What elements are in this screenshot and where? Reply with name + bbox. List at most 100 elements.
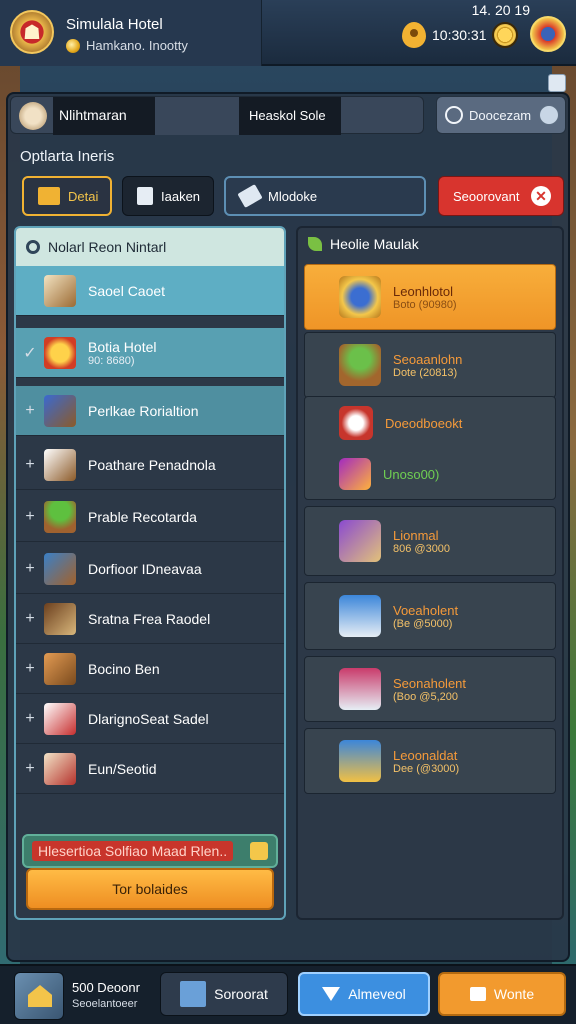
item-card[interactable]: Voeaholent (Be @5000) bbox=[304, 582, 556, 650]
top-bar: ☗ Simulala Hotel Hamkano. Inootty 14. 20… bbox=[0, 0, 576, 66]
info-chip[interactable]: Doocezam bbox=[436, 96, 566, 134]
category-list-header: Nolarl Reon Nintarl bbox=[16, 228, 284, 266]
filter-reset-button[interactable]: Seoorovant ✕ bbox=[438, 176, 564, 216]
coin-icon bbox=[66, 38, 80, 53]
filter-indoor-button[interactable]: Iaaken bbox=[122, 176, 214, 216]
tool-icon[interactable] bbox=[539, 105, 559, 125]
promo-icon[interactable] bbox=[250, 842, 268, 860]
item-price: (Be @5000) bbox=[393, 617, 453, 630]
decor-icon bbox=[38, 187, 60, 205]
update-button[interactable]: Wonte bbox=[438, 972, 566, 1016]
search-button[interactable]: Soroorat bbox=[160, 972, 288, 1016]
list-item-label: Eun/Seotid bbox=[88, 760, 157, 777]
item-price: Dote (20813) bbox=[393, 366, 458, 379]
plus-icon: + bbox=[25, 609, 35, 627]
list-item[interactable]: Saoel Caoet bbox=[16, 266, 284, 316]
item-name: Leonhlotol bbox=[393, 283, 453, 299]
filter-module-label: Mlodoke bbox=[268, 188, 318, 204]
item-name: Doeodboeokt bbox=[385, 415, 463, 431]
hotel-info-panel[interactable]: ☗ Simulala Hotel Hamkano. Inootty bbox=[0, 0, 262, 66]
home-icon[interactable] bbox=[14, 972, 64, 1020]
leaf-icon bbox=[308, 237, 322, 251]
search-input[interactable]: Nlihtmaran bbox=[53, 97, 155, 135]
gear-icon bbox=[26, 240, 40, 254]
item-card[interactable]: Lionmal 806 @3000 bbox=[304, 506, 556, 576]
painting-icon bbox=[44, 394, 76, 427]
buy-button[interactable]: Tor bolaides bbox=[26, 868, 274, 910]
list-item[interactable]: + DlarignoSeat Sadel bbox=[16, 694, 284, 744]
wardrobe-icon bbox=[44, 274, 76, 307]
search-result-field[interactable]: Heaskol Sole bbox=[239, 97, 341, 135]
item-price: Dee (@3000) bbox=[393, 762, 460, 775]
plus-icon: + bbox=[25, 709, 35, 727]
list-item[interactable]: + Poathare Penadnola bbox=[16, 440, 284, 490]
search-button-label: Soroorat bbox=[214, 986, 268, 1002]
item-price: (Boo @5,200 bbox=[393, 690, 458, 703]
plus-icon: + bbox=[25, 559, 35, 577]
close-icon[interactable]: ✕ bbox=[531, 186, 551, 206]
plus-icon: + bbox=[25, 659, 35, 677]
list-item-label: Sratna Frea Raodel bbox=[88, 610, 211, 627]
coin-icon[interactable] bbox=[492, 22, 518, 48]
hotel-name: Simulala Hotel bbox=[66, 16, 163, 33]
item-name: Seonaholent bbox=[393, 675, 467, 691]
shield-icon bbox=[339, 276, 381, 318]
item-card[interactable]: Leonhlotol Boto (90980) bbox=[304, 264, 556, 330]
hotel-emblem-icon: ☗ bbox=[10, 10, 54, 54]
dice-icon[interactable] bbox=[548, 74, 566, 92]
settings-badge-icon[interactable] bbox=[530, 16, 566, 52]
home-label: 500 Deoonr bbox=[72, 980, 140, 995]
item-name: Leoonaldat bbox=[393, 747, 458, 763]
promo-banner[interactable]: Hlesertioa Solfiao Maad Rlen.. bbox=[22, 834, 278, 868]
gift-icon bbox=[44, 702, 76, 735]
list-item[interactable]: ✓ Botia Hotel 90: 8680) bbox=[16, 328, 284, 378]
info-chip-label: Doocezam bbox=[469, 107, 532, 123]
hammer-icon bbox=[237, 184, 263, 208]
item-price: Boto (90980) bbox=[393, 298, 457, 311]
item-card[interactable]: Seonaholent (Boo @5,200 bbox=[304, 656, 556, 722]
filter-indoor-label: Iaaken bbox=[161, 188, 201, 204]
list-item-label: Saoel Caoet bbox=[88, 282, 166, 299]
cooking-pot-icon bbox=[339, 668, 381, 710]
plus-icon: + bbox=[25, 759, 35, 777]
lamp-icon bbox=[339, 740, 381, 782]
clock-icon bbox=[339, 406, 373, 440]
promo-text: Hlesertioa Solfiao Maad Rlen.. bbox=[32, 841, 234, 861]
location-pin-icon[interactable] bbox=[402, 22, 426, 48]
search-bar: Nlihtmaran Heaskol Sole bbox=[10, 96, 424, 135]
plus-icon: + bbox=[25, 507, 35, 525]
list-item-label: Perlkae Rorialtion bbox=[88, 402, 199, 419]
item-name: Lionmal bbox=[393, 527, 439, 543]
list-item[interactable]: + Prable Recotarda bbox=[16, 492, 284, 542]
item-name: Seoaanlohn bbox=[393, 351, 463, 367]
list-item[interactable]: + Perlkae Rorialtion bbox=[16, 386, 284, 436]
window-icon bbox=[44, 448, 76, 481]
item-grid-title: Heolie Maulak bbox=[330, 236, 419, 252]
item-card[interactable]: Doeodboeokt Unoso00) bbox=[304, 396, 556, 500]
info-icon bbox=[445, 106, 463, 124]
plant-icon bbox=[339, 344, 381, 386]
list-item[interactable]: + Eun/Seotid bbox=[16, 744, 284, 794]
list-item-label: Poathare Penadnola bbox=[88, 456, 216, 473]
edit-icon bbox=[469, 987, 486, 1001]
list-item[interactable]: + Sratna Frea Raodel bbox=[16, 594, 284, 644]
currency-value: 10:30:31 bbox=[432, 27, 487, 43]
update-button-label: Wonte bbox=[493, 986, 535, 1002]
plus-icon: + bbox=[25, 455, 35, 473]
list-item-label: Prable Recotarda bbox=[88, 508, 197, 525]
item-card[interactable]: Seoaanlohn Dote (20813) bbox=[304, 332, 556, 398]
list-item[interactable]: + Dorfioor IDneavaa bbox=[16, 544, 284, 594]
check-icon: ✓ bbox=[23, 344, 37, 362]
stool-icon bbox=[44, 652, 76, 685]
item-card[interactable]: Leoonaldat Dee (@3000) bbox=[304, 728, 556, 794]
star-icon bbox=[44, 336, 76, 369]
filter-decor-button[interactable]: Detai bbox=[22, 176, 112, 216]
cabinet-icon bbox=[44, 602, 76, 635]
list-item-label: Botia Hotel bbox=[88, 338, 157, 355]
list-item[interactable]: + Bocino Ben bbox=[16, 644, 284, 694]
avatar[interactable] bbox=[19, 102, 47, 130]
approve-button[interactable]: Almeveol bbox=[298, 972, 430, 1016]
approve-button-label: Almeveol bbox=[348, 986, 406, 1002]
filter-module-button[interactable]: Mlodoke bbox=[224, 176, 426, 216]
search-divider bbox=[155, 97, 239, 135]
